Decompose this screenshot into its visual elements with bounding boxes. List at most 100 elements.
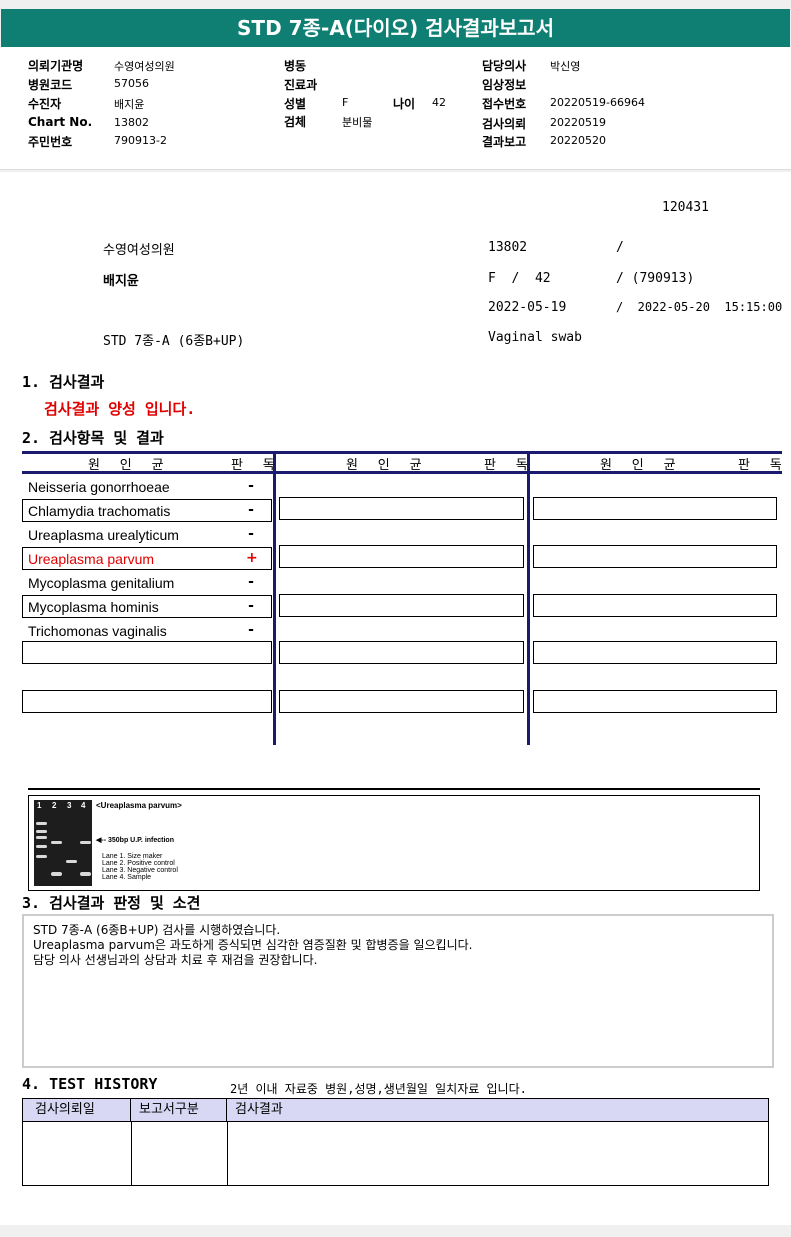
organism-result: -: [248, 478, 254, 494]
section1-title: 1. 검사결과: [22, 373, 105, 391]
patient-label: 수진자: [28, 97, 62, 111]
col-judge-3: 판 독: [738, 458, 788, 473]
summary-patient: 배지윤: [103, 274, 139, 289]
organism-name: Mycoplasma genitalium: [28, 575, 175, 591]
age-value: 42: [432, 96, 446, 109]
report-title: STD 7종-A(다이오) 검사결과보고서: [1, 9, 790, 47]
chart-value: 13802: [114, 116, 149, 129]
history-divider: [131, 1122, 132, 1186]
summary-slash: /: [616, 240, 624, 255]
opinion-line: STD 7종-A (6종B+UP) 검사를 시행하였습니다.: [33, 923, 281, 937]
gel-legend: Lane 2. Positive control: [102, 860, 175, 867]
organism-name: Neisseria gonorrhoeae: [28, 479, 170, 495]
opinion-line: 담당 의사 선생님과의 상담과 치료 후 재검을 권장합니다.: [33, 953, 318, 967]
specimen-label: 검체: [284, 115, 307, 129]
col-judge-1: 판 독: [231, 458, 281, 473]
lane-number: 3: [67, 801, 72, 810]
opinion-line: Ureaplasma parvum은 과도하게 증식되면 심각한 염증질환 및 …: [33, 938, 473, 952]
result-cell-box: [533, 497, 777, 520]
doctor-value: 박신영: [550, 60, 581, 73]
table-divider-1: [273, 451, 276, 745]
gel-band: [66, 860, 77, 863]
dept-label: 진료과: [284, 78, 318, 92]
result-cell-box: [533, 690, 777, 713]
section3-title: 3. 검사결과 판정 및 소견: [22, 894, 201, 912]
report-label: 결과보고: [482, 135, 527, 149]
organism-result: -: [248, 598, 254, 614]
ward-label: 병동: [284, 59, 307, 73]
organism-name: Chlamydia trachomatis: [28, 503, 171, 519]
history-col-result: 검사결과: [227, 1099, 768, 1122]
organism-result: -: [248, 622, 254, 638]
result-cell-box: [22, 641, 272, 664]
gel-band: [36, 822, 47, 825]
summary-institution: 수영여성의원: [103, 243, 175, 258]
history-divider: [227, 1122, 228, 1186]
gel-band: [36, 836, 47, 839]
lane-number: 1: [37, 801, 42, 810]
gel-band: [51, 841, 62, 844]
result-cell-box: [533, 594, 777, 617]
organism-result: -: [248, 526, 254, 542]
gel-band: [80, 841, 91, 844]
chart-label: Chart No.: [28, 115, 93, 129]
gel-legend: Lane 3. Negative control: [102, 867, 178, 874]
result-cell-box: [533, 641, 777, 664]
sex-value: F: [342, 96, 349, 109]
gel-marker-label: ◀-- 350bp U.P. infection: [96, 837, 174, 844]
patient-value: 배지윤: [114, 98, 145, 111]
result-cell-box: [279, 497, 524, 520]
summary-sex-age: F / 42: [488, 271, 551, 286]
gel-top-rule: [28, 788, 760, 790]
result-cell-box: [22, 690, 272, 713]
col-pathogen-2: 원 인 균: [346, 458, 428, 473]
gel-band: [36, 845, 47, 848]
organism-result-positive: +: [246, 550, 258, 566]
history-note: 2년 이내 자료중 병원,성명,생년월일 일치자료 입니다.: [230, 1082, 527, 1096]
history-table: 검사의뢰일 보고서구분 검사결과: [22, 1098, 769, 1186]
gel-electrophoresis-panel: 1 2 3 4 <Ureaplasma parvum> ◀-- 350bp U.…: [28, 795, 760, 891]
rrn-label: 주민번호: [28, 135, 73, 149]
result-cell-box: [279, 641, 524, 664]
organism-name: Ureaplasma urealyticum: [28, 527, 179, 543]
request-label: 검사의뢰: [482, 117, 527, 131]
summary-specimen: Vaginal swab: [488, 330, 582, 345]
summary-datetime: / 2022-05-20 15:15:00: [616, 300, 783, 314]
col-pathogen-1: 원 인 균: [88, 458, 170, 473]
section4-title: 4. TEST HISTORY: [22, 1075, 158, 1093]
request-value: 20220519: [550, 116, 606, 129]
summary-birth: / (790913): [616, 271, 695, 286]
doctor-label: 담당의사: [482, 59, 527, 73]
institution-value: 수영여성의원: [114, 60, 175, 73]
lane-number: 2: [52, 801, 57, 810]
opinion-box: STD 7종-A (6종B+UP) 검사를 시행하였습니다. Ureaplasm…: [22, 914, 774, 1068]
sex-label: 성별: [284, 97, 307, 111]
summary-test: STD 7종-A (6종B+UP): [103, 334, 245, 349]
age-label: 나이: [393, 97, 416, 111]
report-code: 120431: [662, 200, 709, 215]
organism-name-positive: Ureaplasma parvum: [28, 551, 155, 567]
gel-band: [36, 855, 47, 858]
organism-result: -: [248, 502, 254, 518]
receipt-label: 접수번호: [482, 97, 527, 111]
receipt-value: 20220519-66964: [550, 96, 645, 109]
result-cell-box: [279, 594, 524, 617]
report-value: 20220520: [550, 134, 606, 147]
result-cell-box: [279, 545, 524, 568]
lane-number: 4: [81, 801, 86, 810]
col-judge-2: 판 독: [484, 458, 534, 473]
organism-name: Mycoplasma hominis: [28, 599, 159, 615]
result-cell-box: [533, 545, 777, 568]
history-col-type: 보고서구분: [131, 1099, 227, 1122]
hospital-code-label: 병원코드: [28, 78, 73, 92]
summary-chart: 13802: [488, 240, 528, 255]
table-divider-2: [527, 451, 530, 745]
clinical-label: 임상정보: [482, 78, 527, 92]
gel-band: [36, 830, 47, 833]
hospital-code-value: 57056: [114, 77, 149, 90]
organism-name: Trichomonas vaginalis: [28, 623, 167, 639]
col-pathogen-3: 원 인 균: [600, 458, 682, 473]
organism-result: -: [248, 574, 254, 590]
section2-title: 2. 검사항목 및 결과: [22, 429, 164, 447]
gel-legend: Lane 1. Size maker: [102, 853, 163, 860]
